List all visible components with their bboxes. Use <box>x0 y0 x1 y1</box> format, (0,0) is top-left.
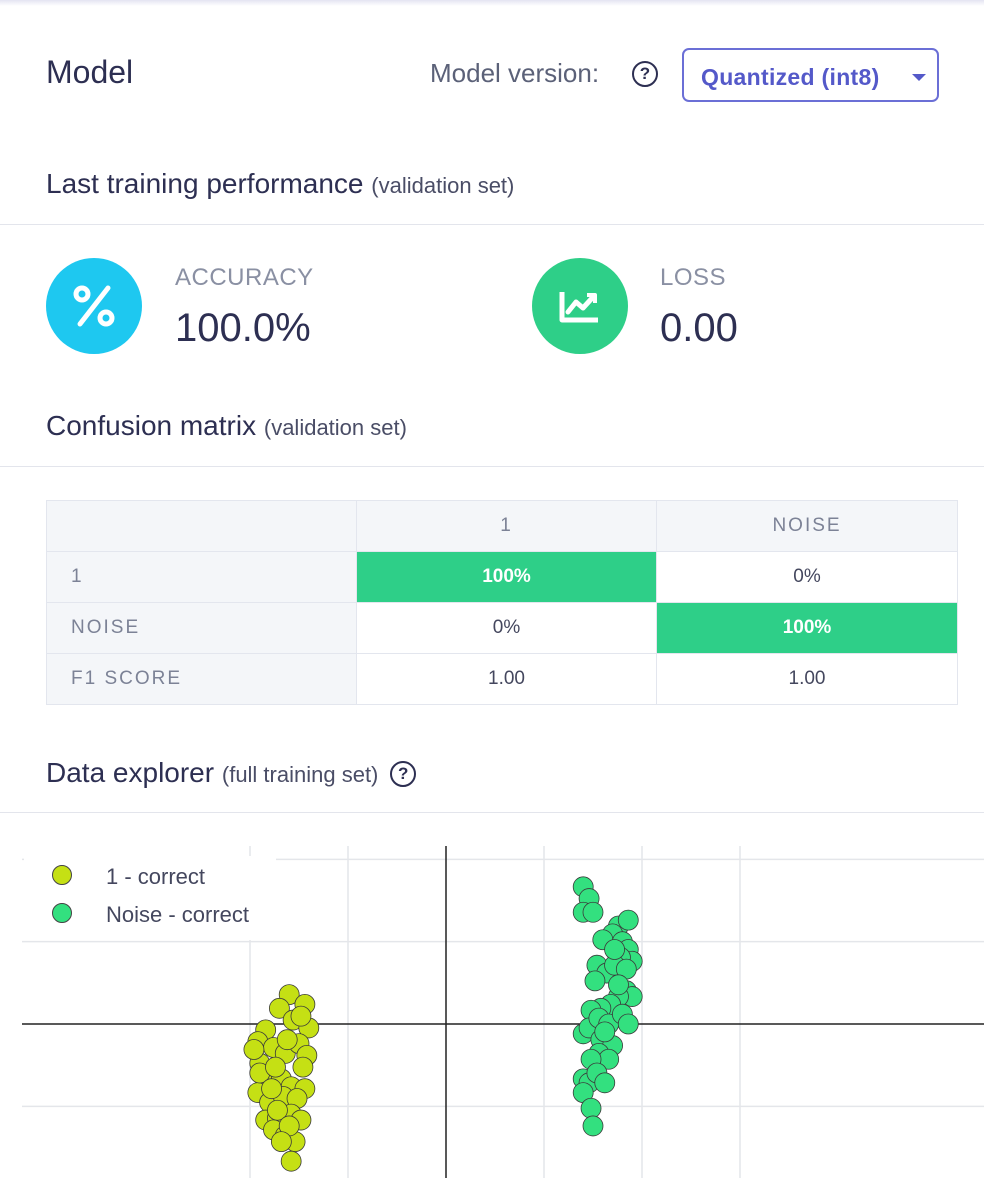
table-cell: 1.00 <box>356 653 657 705</box>
table-row: 1 100% 0% <box>46 551 958 603</box>
data-point <box>276 1029 298 1051</box>
table-cell: 100% <box>656 602 958 654</box>
legend-marker <box>52 903 72 923</box>
chart-legend: 1 - correct Noise - correct <box>24 856 276 940</box>
table-cell: 0% <box>656 551 958 603</box>
data-point <box>580 1097 602 1119</box>
data-point <box>290 1005 312 1027</box>
data-point <box>604 939 625 960</box>
confusion-matrix-subtitle: (validation set) <box>263 415 407 440</box>
table-header-cell: NOISE <box>656 500 958 552</box>
data-point <box>270 1131 292 1153</box>
data-point <box>582 901 604 923</box>
table-row: NOISE 0% 100% <box>46 602 958 654</box>
model-version-value: Quantized (int8) <box>701 64 880 90</box>
help-icon[interactable]: ? <box>390 761 417 787</box>
data-point <box>594 1021 616 1043</box>
performance-subtitle: (validation set) <box>371 173 515 198</box>
legend-label: 1 - correct <box>106 864 206 889</box>
legend-marker <box>52 865 72 885</box>
table-header-cell: 1 <box>356 500 657 552</box>
divider <box>0 812 984 813</box>
help-icon[interactable]: ? <box>632 61 658 87</box>
model-version-dropdown[interactable]: Quantized (int8) <box>682 48 939 102</box>
data-explorer-title: Data explorer (full training set) ? <box>46 757 417 789</box>
table-cell: 100% <box>356 551 657 603</box>
table-cell: 1.00 <box>656 653 958 705</box>
table-cell: 0% <box>356 602 657 654</box>
data-point <box>617 909 639 931</box>
row-header: NOISE <box>46 602 357 654</box>
table-header-cell <box>46 500 357 552</box>
table-header-row: 1 NOISE <box>46 500 958 552</box>
accuracy-label: ACCURACY <box>175 264 314 291</box>
divider <box>0 466 984 467</box>
data-point <box>261 1078 282 1100</box>
confusion-matrix-table: 1 NOISE 1 100% 0% NOISE 0% 100% F1 SCORE… <box>46 500 958 705</box>
loss-value: 0.00 <box>660 306 738 350</box>
data-point <box>280 1150 302 1172</box>
row-header: 1 <box>46 551 357 603</box>
performance-title-text: Last training performance <box>46 168 364 199</box>
confusion-matrix-title-text: Confusion matrix <box>46 410 257 441</box>
data-point <box>584 970 606 992</box>
data-point <box>292 1056 314 1078</box>
data-explorer-subtitle: (full training set) <box>221 762 379 787</box>
page-title: Model <box>46 54 134 90</box>
data-point <box>243 1039 265 1060</box>
accuracy-value: 100.0% <box>175 306 311 350</box>
caret-down-icon <box>912 74 926 81</box>
row-header: F1 SCORE <box>46 653 357 705</box>
trend-chart-icon <box>532 258 628 354</box>
top-border <box>0 0 984 6</box>
data-point <box>617 1013 639 1035</box>
data-point <box>608 974 629 996</box>
data-point <box>594 1072 616 1094</box>
table-row: F1 SCORE 1.00 1.00 <box>46 653 958 705</box>
legend-label: Noise - correct <box>106 902 250 927</box>
data-point <box>582 1115 604 1137</box>
loss-label: LOSS <box>660 264 727 291</box>
confusion-matrix-title: Confusion matrix (validation set) <box>46 410 407 442</box>
data-explorer-title-text: Data explorer <box>46 757 215 788</box>
performance-title: Last training performance (validation se… <box>46 168 514 200</box>
divider <box>0 224 984 225</box>
percent-icon <box>46 258 142 354</box>
data-point <box>265 1056 286 1078</box>
model-version-label: Model version: <box>430 58 600 88</box>
